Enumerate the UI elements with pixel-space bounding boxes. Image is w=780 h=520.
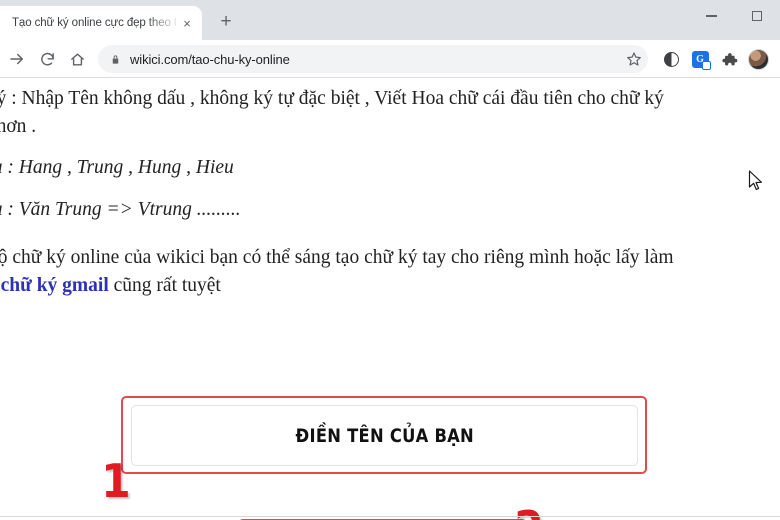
google-translate-icon[interactable]: G [686, 45, 714, 73]
description-suffix: cũng rất tuyệt [108, 275, 221, 296]
dark-mode-icon[interactable] [657, 45, 685, 73]
google-translate-glyph: G [691, 50, 711, 70]
lock-icon [110, 53, 121, 66]
browser-toolbar: wikici.com/tao-chu-ky-online G [0, 40, 780, 78]
annotation-marker-1: 1 [101, 454, 131, 508]
mouse-cursor [748, 170, 764, 192]
home-icon[interactable] [62, 44, 92, 74]
page-content: u ý : Nhập Tên không dấu , không ký tự đ… [0, 78, 780, 520]
name-input-value: ĐIỀN TÊN CỦA BẠN [295, 424, 474, 447]
description-line-1: bộ chữ ký online của wikici bạn có thể s… [0, 247, 674, 268]
address-bar[interactable]: wikici.com/tao-chu-ky-online [98, 45, 648, 73]
address-bar-url: wikici.com/tao-chu-ky-online [130, 51, 290, 67]
profile-avatar[interactable] [744, 45, 772, 73]
note-line-1: u ý : Nhập Tên không dấu , không ký tự đ… [0, 88, 664, 109]
new-tab-button[interactable]: + [212, 7, 240, 35]
example-line-1: dụ : Hang , Trung , Hung , Hieu [0, 157, 234, 178]
description-line-2: n chữ ký gmail cũng rất tuyệt [0, 271, 221, 301]
bookmark-star-icon[interactable] [620, 45, 648, 73]
window-controls [688, 0, 780, 32]
gmail-signature-link[interactable]: chữ ký gmail [1, 275, 109, 296]
extensions-puzzle-icon[interactable] [715, 45, 743, 73]
tab-close-icon[interactable]: × [178, 14, 196, 32]
forward-arrow-icon[interactable] [2, 44, 32, 74]
page-divider [0, 516, 780, 517]
browser-window: Tạo chữ ký online cực đẹp theo t × + wik… [0, 0, 780, 520]
annotation-marker-2: 2 [514, 505, 543, 520]
maximize-button[interactable] [734, 0, 780, 32]
note-line-2: o hơn . [0, 116, 37, 137]
tab-title: Tạo chữ ký online cực đẹp theo t [12, 17, 176, 29]
minimize-button[interactable] [688, 0, 734, 32]
reload-icon[interactable] [32, 44, 62, 74]
tab-active[interactable]: Tạo chữ ký online cực đẹp theo t × [0, 6, 202, 40]
tab-strip: Tạo chữ ký online cực đẹp theo t × + [0, 0, 780, 40]
example-line-2: dụ : Văn Trung => Vtrung ......... [0, 199, 241, 220]
name-input[interactable]: ĐIỀN TÊN CỦA BẠN [131, 405, 638, 466]
